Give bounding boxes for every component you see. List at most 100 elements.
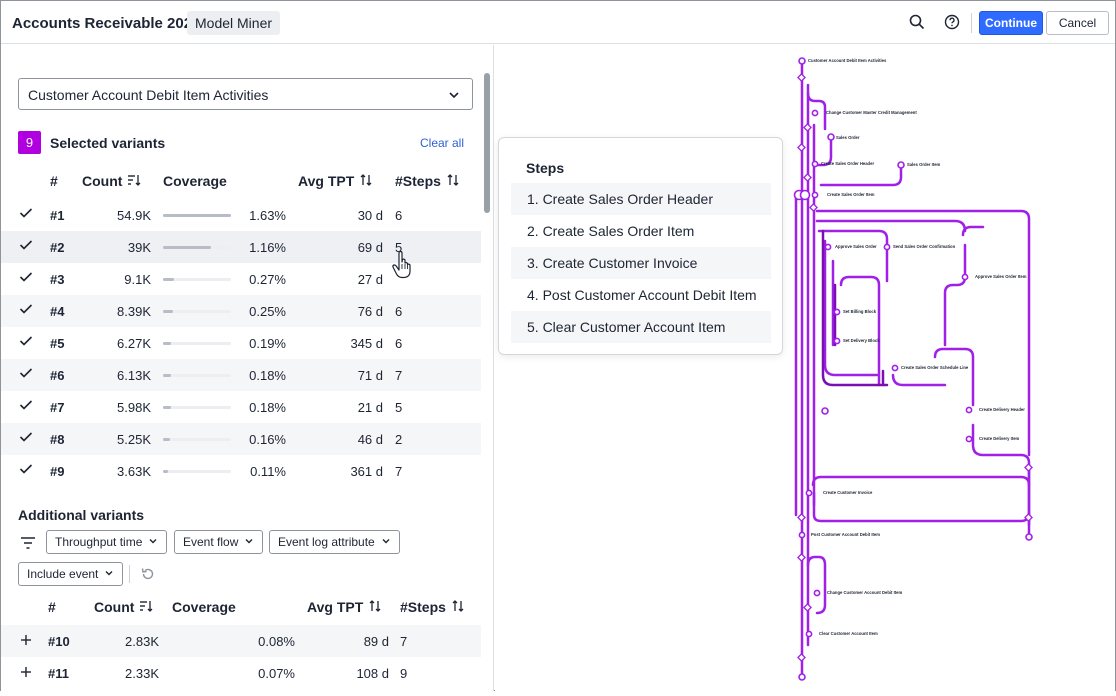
continue-button[interactable]: Continue bbox=[979, 11, 1043, 35]
variant-avg-tpt: 30 d bbox=[357, 208, 383, 223]
variant-coverage: 0.27% bbox=[249, 272, 286, 287]
check-icon[interactable] bbox=[19, 207, 33, 222]
variants-panel: Customer Account Debit Item Activities 9… bbox=[1, 45, 494, 691]
coverage-bar-fill bbox=[163, 278, 175, 281]
check-icon[interactable] bbox=[19, 335, 33, 350]
diagram-node-label: Change Customer Master Credit Management bbox=[826, 110, 917, 115]
variant-steps: 6 bbox=[395, 304, 403, 319]
add-icon[interactable] bbox=[20, 666, 32, 681]
variant-number: #2 bbox=[50, 240, 65, 255]
sort-desc-icon bbox=[139, 599, 153, 615]
variant-avg-tpt: 89 d bbox=[363, 634, 389, 649]
diagram-node-label: Post Customer Account Debit Item bbox=[811, 532, 880, 537]
check-icon[interactable] bbox=[19, 367, 33, 382]
page-title: Accounts Receivable 2025 bbox=[12, 15, 201, 32]
variant-number: #4 bbox=[50, 304, 65, 319]
variant-avg-tpt: 108 d bbox=[356, 666, 389, 681]
variant-avg-tpt: 76 d bbox=[357, 304, 383, 319]
variant-count: 6.13K bbox=[117, 368, 151, 383]
variant-number: #8 bbox=[50, 432, 65, 447]
add-col-avg-tpt[interactable]: Avg TPT bbox=[307, 599, 382, 615]
add-col-num: # bbox=[48, 599, 56, 615]
additional-variant-row[interactable]: #11 2.33K 0.07% 108 d 9 bbox=[1, 657, 481, 689]
diagram-node-label: Set Billing Block bbox=[843, 309, 877, 314]
col-avg-tpt[interactable]: Avg TPT bbox=[298, 173, 373, 189]
event-log-attribute-filter[interactable]: Event log attribute bbox=[269, 530, 400, 554]
variant-avg-tpt: 71 d bbox=[357, 368, 383, 383]
check-icon[interactable] bbox=[19, 431, 33, 446]
variant-avg-tpt: 361 d bbox=[350, 464, 383, 479]
variant-coverage: 0.19% bbox=[249, 336, 286, 351]
variant-number: #1 bbox=[50, 208, 65, 223]
coverage-bar-fill bbox=[163, 374, 171, 377]
check-icon[interactable] bbox=[19, 239, 33, 254]
diagram-node-label: Create Delivery Item bbox=[979, 436, 1020, 441]
variant-count: 39K bbox=[127, 240, 151, 255]
additional-variant-row[interactable]: #10 2.83K 0.08% 89 d 7 bbox=[1, 625, 481, 657]
coverage-bar bbox=[163, 438, 231, 441]
sort-icon bbox=[451, 599, 465, 615]
check-icon[interactable] bbox=[19, 303, 33, 318]
sort-desc-icon bbox=[127, 173, 141, 189]
cancel-button[interactable]: Cancel bbox=[1046, 11, 1109, 35]
add-col-coverage[interactable]: Coverage bbox=[172, 599, 236, 615]
coverage-bar-fill bbox=[163, 342, 171, 345]
coverage-bar-fill bbox=[163, 246, 212, 249]
col-steps[interactable]: #Steps bbox=[395, 173, 460, 189]
variant-coverage: 0.07% bbox=[258, 666, 295, 681]
variant-count: 2.83K bbox=[125, 634, 159, 649]
variant-coverage: 0.16% bbox=[249, 432, 286, 447]
variant-steps: 9 bbox=[400, 666, 408, 681]
check-icon[interactable] bbox=[19, 463, 33, 478]
chevron-down-icon bbox=[244, 535, 254, 549]
sort-icon bbox=[446, 173, 460, 189]
event-flow-filter[interactable]: Event flow bbox=[174, 530, 264, 554]
variant-row[interactable]: #5 6.27K 0.19% 345 d 6 bbox=[1, 327, 481, 359]
coverage-bar bbox=[163, 310, 231, 313]
variant-row[interactable]: #1 54.9K 1.63% 30 d 6 bbox=[1, 199, 481, 231]
variant-row[interactable]: #6 6.13K 0.18% 71 d 7 bbox=[1, 359, 481, 391]
popover-step: 3. Create Customer Invoice bbox=[511, 247, 771, 279]
variant-count: 2.33K bbox=[125, 666, 159, 681]
search-icon[interactable] bbox=[907, 12, 927, 32]
variant-count: 5.25K bbox=[117, 432, 151, 447]
help-icon[interactable] bbox=[942, 12, 962, 32]
clear-all-link[interactable]: Clear all bbox=[420, 136, 464, 150]
variant-coverage: 0.18% bbox=[249, 400, 286, 415]
selected-variants-title: Selected variants bbox=[50, 135, 166, 151]
variant-steps: 7 bbox=[395, 464, 403, 479]
add-icon[interactable] bbox=[20, 634, 32, 649]
check-icon[interactable] bbox=[19, 399, 33, 414]
col-coverage[interactable]: Coverage bbox=[163, 173, 227, 189]
filter-icon[interactable] bbox=[20, 536, 36, 555]
throughput-time-filter[interactable]: Throughput time bbox=[46, 530, 168, 554]
chevron-down-icon bbox=[381, 535, 391, 549]
popover-title: Steps bbox=[526, 160, 565, 176]
activity-dropdown[interactable]: Customer Account Debit Item Activities bbox=[18, 78, 473, 110]
variant-coverage: 0.18% bbox=[249, 368, 286, 383]
variant-row[interactable]: #4 8.39K 0.25% 76 d 6 bbox=[1, 295, 481, 327]
add-col-count[interactable]: Count bbox=[94, 599, 153, 615]
variant-count: 3.63K bbox=[117, 464, 151, 479]
variant-number: #3 bbox=[50, 272, 65, 287]
top-bar: Accounts Receivable 2025 Model Miner Con… bbox=[1, 1, 1115, 44]
chevron-down-icon bbox=[148, 535, 158, 549]
scrollbar[interactable] bbox=[484, 73, 490, 213]
popover-step: 4. Post Customer Account Debit Item bbox=[527, 287, 757, 303]
app-window: Accounts Receivable 2025 Model Miner Con… bbox=[0, 0, 1116, 691]
variant-row[interactable]: #9 3.63K 0.11% 361 d 7 bbox=[1, 455, 481, 487]
add-col-steps[interactable]: #Steps bbox=[400, 599, 465, 615]
popover-step: 2. Create Sales Order Item bbox=[527, 223, 695, 239]
variant-steps: 6 bbox=[395, 208, 403, 223]
variant-steps: 5 bbox=[395, 400, 403, 415]
additional-variants-title: Additional variants bbox=[18, 507, 145, 523]
header-divider bbox=[971, 13, 972, 33]
check-icon[interactable] bbox=[19, 271, 33, 286]
variant-row[interactable]: #7 5.98K 0.18% 21 d 5 bbox=[1, 391, 481, 423]
filter-divider bbox=[129, 565, 130, 583]
variant-row[interactable]: #8 5.25K 0.16% 46 d 2 bbox=[1, 423, 481, 455]
reset-icon[interactable] bbox=[140, 566, 156, 587]
col-count[interactable]: Count bbox=[82, 173, 141, 189]
diagram-node-label: Create Sales Order Schedule Line bbox=[901, 365, 969, 370]
include-event-filter[interactable]: Include event bbox=[18, 562, 124, 586]
